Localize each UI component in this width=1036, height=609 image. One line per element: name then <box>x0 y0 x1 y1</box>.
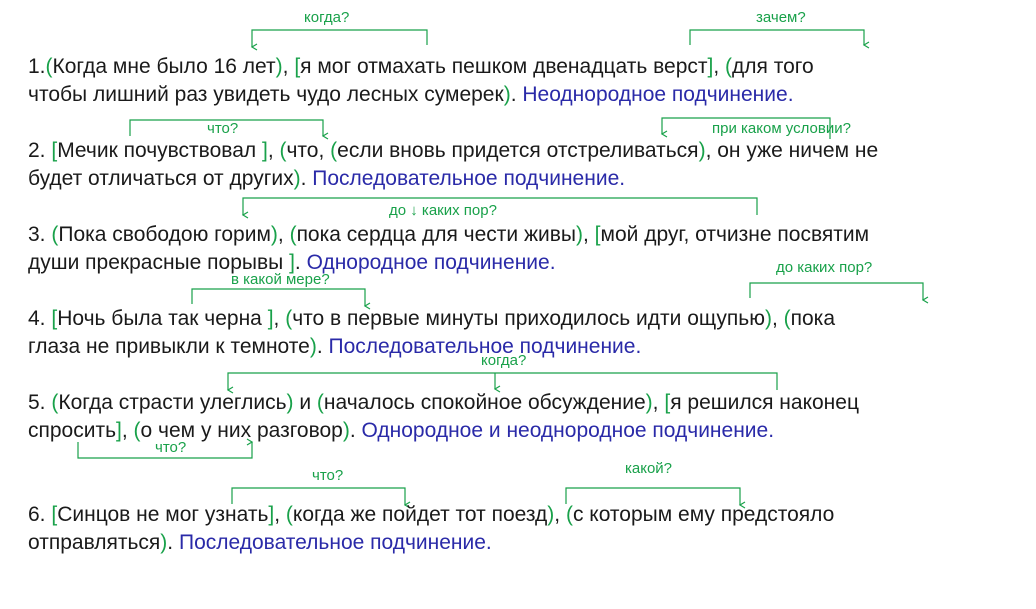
question-label: что? <box>312 467 344 484</box>
sentence-6-line-1: 6. [Синцов не мог узнать], (когда же пой… <box>28 501 834 529</box>
bracket: ( <box>783 307 791 330</box>
text: что в первые минуты приходилось идти ощу… <box>292 307 765 330</box>
text: , <box>274 503 286 526</box>
bracket: ) <box>698 139 706 162</box>
sentence-5-line-2: спросить], (о чем у них разговор). Однор… <box>28 417 774 445</box>
conclusion: Последовательное подчинение. <box>178 531 492 554</box>
text: 6. <box>28 503 52 526</box>
bracket: ( <box>289 223 297 246</box>
text: я мог отмахать пешком двенадцать верст <box>300 55 708 78</box>
text: началось спокойное обсуждение <box>323 391 646 414</box>
text: спросить <box>28 419 117 442</box>
text: 1. <box>28 55 46 78</box>
text: . <box>167 531 179 554</box>
text: глаза не привыкли к темноте <box>28 335 310 358</box>
text: когда же пойдет тот поезд <box>292 503 548 526</box>
sentence-4-line-2: глаза не привыкли к темноте). Последоват… <box>28 333 641 361</box>
text: , <box>771 307 784 330</box>
text: , <box>267 139 280 162</box>
sentence-3-line-1: 3. (Пока свободою горим), (пока сердца д… <box>28 221 869 249</box>
text: чтобы лишний раз увидеть чудо лесных сум… <box>28 83 504 106</box>
text: 2. <box>28 139 52 162</box>
bracket: ) <box>270 223 278 246</box>
sentence-5-line-1: 5. (Когда страсти улеглись) и (началось … <box>28 389 859 417</box>
question-label: зачем? <box>756 9 806 26</box>
text: . <box>510 83 523 106</box>
text: Мечик почувствовал <box>57 139 262 162</box>
text: души прекрасные порывы <box>28 251 290 274</box>
text: будет отличаться от других <box>28 167 294 190</box>
bracket: ( <box>285 503 293 526</box>
question-label: что? <box>207 120 239 137</box>
bracket: ) <box>342 419 350 442</box>
text: . <box>316 335 329 358</box>
conclusion: Последовательное подчинение. <box>328 335 642 358</box>
bracket: ( <box>565 503 573 526</box>
text: с которым ему предстояло <box>572 503 835 526</box>
sentence-1-line-1: 1.(Когда мне было 16 лет), [я мог отмаха… <box>28 53 814 81</box>
text: Пока свободою горим <box>58 223 271 246</box>
text: , <box>282 55 295 78</box>
bracket: ( <box>45 55 53 78</box>
conclusion: Последовательное подчинение. <box>312 167 626 190</box>
conclusion: Неоднородное подчинение. <box>522 83 794 106</box>
text: . <box>349 419 362 442</box>
text: что, <box>286 139 331 162</box>
conclusion: Однородное и неоднородное подчинение. <box>361 419 775 442</box>
bracket: ) <box>293 167 301 190</box>
text: , <box>273 307 286 330</box>
bracket: ) <box>503 83 511 106</box>
text: я решился наконец <box>670 391 859 414</box>
text: о чем у них разговор <box>140 419 343 442</box>
question-label: когда? <box>304 9 350 26</box>
text: отправляться <box>28 531 161 554</box>
sentence-2-line-2: будет отличаться от других). Последовате… <box>28 165 625 193</box>
text: , <box>554 503 566 526</box>
bracket: ) <box>275 55 283 78</box>
bracket: ( <box>316 391 324 414</box>
text: , <box>652 391 665 414</box>
text: пока <box>790 307 836 330</box>
text: , <box>713 55 726 78</box>
text: 5. <box>28 391 52 414</box>
question-label: какой? <box>625 460 673 477</box>
text: , <box>277 223 290 246</box>
text: если вновь придется отстреливаться <box>337 139 699 162</box>
sentence-4-line-1: 4. [Ночь была так черна ], (что в первые… <box>28 305 835 333</box>
text: 4. <box>28 307 52 330</box>
text: мой друг, отчизне посвятим <box>600 223 870 246</box>
bracket: ) <box>309 335 317 358</box>
text: Когда страсти улеглись <box>58 391 287 414</box>
text: и <box>293 391 317 414</box>
text: 3. <box>28 223 52 246</box>
conclusion: Однородное подчинение. <box>306 251 556 274</box>
sentence-2-line-1: 2. [Мечик почувствовал ], (что, (если вн… <box>28 137 878 165</box>
sentence-3-line-2: души прекрасные порывы ]. Однородное под… <box>28 249 556 277</box>
sentence-6-line-2: отправляться). Последовательное подчинен… <box>28 529 492 557</box>
bracket: ( <box>725 55 733 78</box>
bracket: ) <box>645 391 653 414</box>
text: . <box>294 251 307 274</box>
text: . <box>300 167 313 190</box>
text: Синцов не мог узнать <box>57 503 269 526</box>
text: для того <box>732 55 814 78</box>
text: Ночь была так черна <box>57 307 268 330</box>
text: , <box>583 223 595 246</box>
text: Когда мне было 16 лет <box>52 55 276 78</box>
bracket: ) <box>576 223 583 246</box>
question-label: до ↓ каких пор? <box>389 202 497 219</box>
text: пока сердца для чести живы <box>296 223 576 246</box>
question-label: до каких пор? <box>776 259 873 276</box>
bracket: ) <box>764 307 772 330</box>
sentence-1-line-2: чтобы лишний раз увидеть чудо лесных сум… <box>28 81 794 109</box>
bracket: ( <box>133 419 141 442</box>
question-label: при каком условии? <box>712 120 851 137</box>
text: , он уже ничем не <box>705 139 879 162</box>
text: , <box>121 419 134 442</box>
bracket: ) <box>286 391 294 414</box>
